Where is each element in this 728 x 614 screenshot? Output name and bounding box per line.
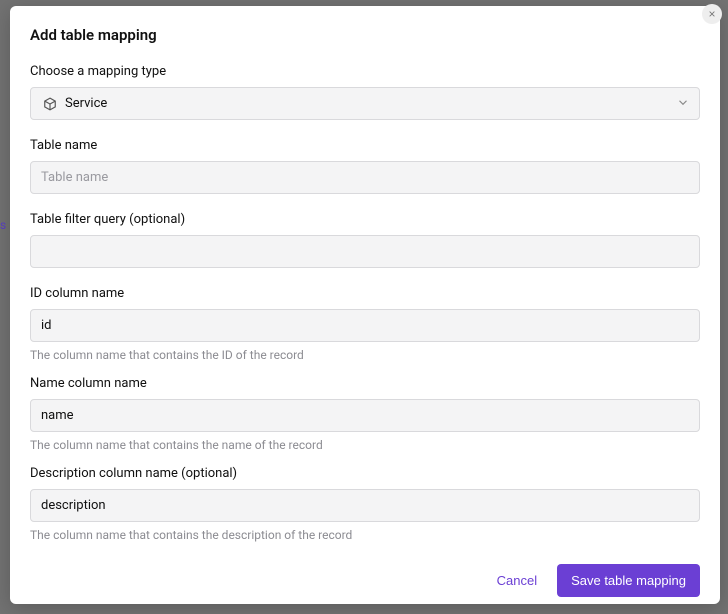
desc-column-hint: The column name that contains the descri… [30,528,700,542]
table-filter-label: Table filter query (optional) [30,212,700,227]
cancel-button[interactable]: Cancel [493,565,541,596]
desc-column-label: Description column name (optional) [30,466,700,481]
name-column-input[interactable] [30,399,700,432]
mapping-type-value: Service [65,96,107,111]
name-column-label: Name column name [30,376,700,391]
id-column-hint: The column name that contains the ID of … [30,348,700,362]
table-name-input[interactable] [30,161,700,194]
modal-footer: Cancel Save table mapping [30,556,700,597]
close-button[interactable]: × [702,4,722,24]
add-table-mapping-modal: × Add table mapping Choose a mapping typ… [10,6,720,604]
name-column-hint: The column name that contains the name o… [30,438,700,452]
modal-title: Add table mapping [30,26,700,44]
bg-text-fragment: s [0,218,6,232]
table-filter-input[interactable] [30,235,700,268]
cube-icon [43,97,57,111]
mapping-type-label: Choose a mapping type [30,64,700,79]
mapping-type-select[interactable]: Service [30,87,700,120]
id-column-label: ID column name [30,286,700,301]
table-name-label: Table name [30,138,700,153]
desc-column-input[interactable] [30,489,700,522]
save-button[interactable]: Save table mapping [557,564,700,597]
id-column-input[interactable] [30,309,700,342]
